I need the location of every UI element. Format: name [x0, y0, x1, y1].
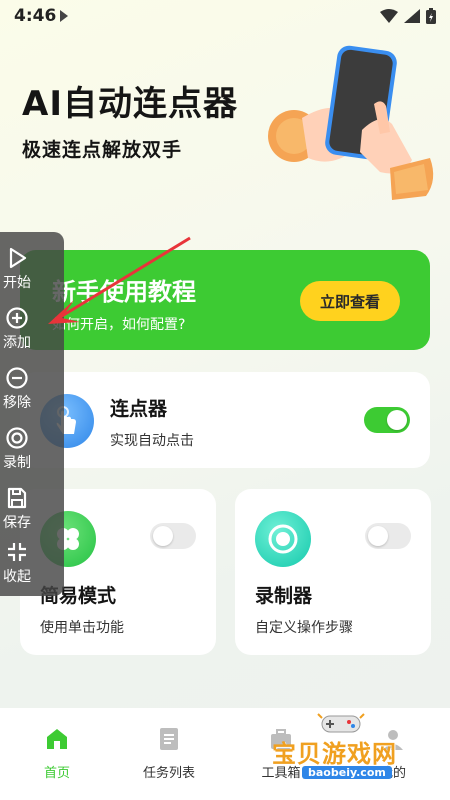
app-subtitle: 极速连点解放双手 [22, 139, 183, 161]
status-time: 4:46 [14, 6, 57, 26]
clicker-card[interactable]: 连点器 实现自动点击 [20, 372, 430, 468]
gamepad-icon [317, 713, 365, 733]
watermark-text: 宝贝游戏网 [272, 740, 397, 768]
toggle-knob [387, 410, 407, 430]
float-add-label: 添加 [3, 335, 31, 351]
simple-mode-toggle[interactable] [150, 523, 196, 549]
recorder-toggle[interactable] [365, 523, 411, 549]
status-icons [380, 8, 436, 24]
signal-icon [404, 9, 420, 23]
nav-home[interactable]: 首页 [12, 726, 102, 781]
minus-circle-icon [6, 367, 28, 389]
float-collapse-label: 收起 [3, 569, 31, 585]
float-start-label: 开始 [3, 275, 31, 291]
record-icon [6, 427, 28, 449]
float-save-label: 保存 [3, 515, 31, 531]
watermark-url: baobeiy.com [302, 766, 392, 779]
app-title: AI自动连点器 [22, 84, 238, 124]
list-icon [160, 728, 178, 750]
wifi-icon [380, 9, 398, 23]
float-remove-label: 移除 [3, 395, 31, 411]
toggle-knob [153, 526, 173, 546]
simple-mode-subtitle: 使用单击功能 [40, 620, 124, 636]
collapse-icon [8, 543, 26, 561]
home-icon [47, 729, 67, 749]
float-record-button[interactable]: 录制 [0, 420, 64, 476]
record-target-icon [255, 511, 311, 567]
clicker-toggle[interactable] [364, 407, 410, 433]
recorder-subtitle: 自定义操作步骤 [255, 620, 353, 636]
nav-task-list-label: 任务列表 [142, 766, 195, 781]
recorder-card[interactable]: 录制器 自定义操作步骤 [235, 489, 431, 655]
save-icon [7, 487, 27, 509]
battery-icon [426, 8, 436, 24]
hand-phone-illustration [268, 45, 434, 200]
clicker-subtitle: 实现自动点击 [110, 433, 194, 449]
nav-task-list[interactable]: 任务列表 [124, 726, 214, 781]
view-now-button[interactable]: 立即查看 [300, 281, 400, 321]
play-icon [9, 247, 27, 269]
float-record-label: 录制 [3, 455, 31, 471]
plus-circle-icon [6, 307, 28, 329]
recorder-title: 录制器 [255, 585, 313, 607]
status-bar: 4:46 [0, 0, 450, 32]
media-play-icon [60, 10, 68, 22]
float-remove-button[interactable]: 移除 [0, 360, 64, 416]
clicker-title: 连点器 [110, 398, 168, 420]
float-save-button[interactable]: 保存 [0, 480, 64, 536]
watermark: 宝贝游戏网 baobeiy.com [272, 712, 422, 782]
nav-home-label: 首页 [43, 766, 70, 781]
toggle-knob [368, 526, 388, 546]
float-collapse-button[interactable]: 收起 [0, 534, 64, 590]
annotation-arrow [48, 236, 191, 324]
